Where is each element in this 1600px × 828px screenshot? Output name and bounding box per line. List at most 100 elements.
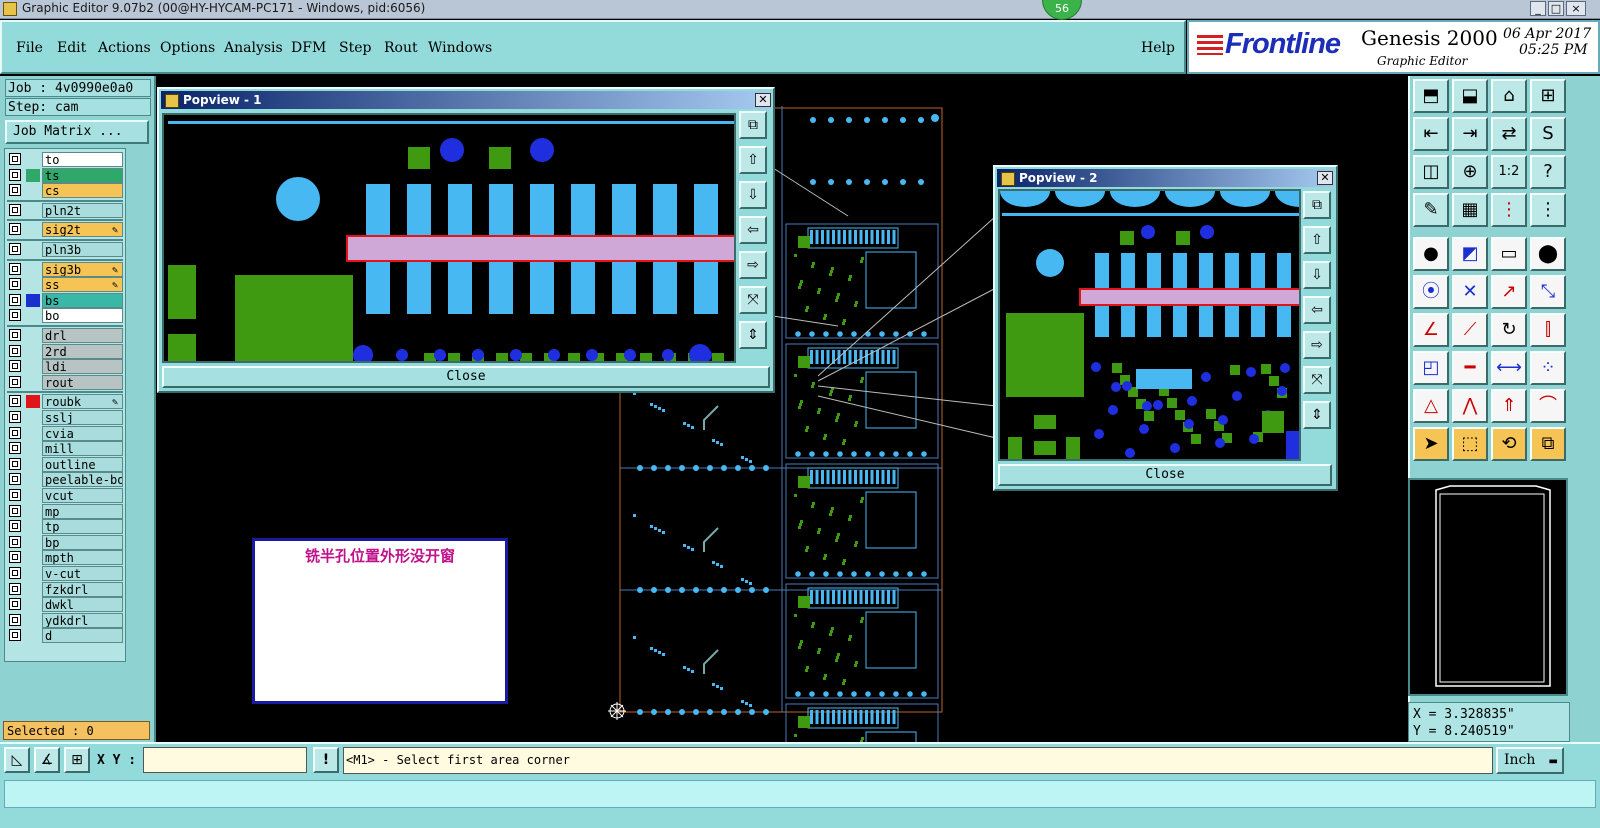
pad-move-icon[interactable]: ◰ [1413,351,1449,385]
pan-right-icon[interactable]: ⇨ [1303,331,1331,359]
layer-name[interactable]: 2rd [42,343,123,359]
layer-row-mpth[interactable]: mpth [7,550,123,566]
angle-mode-icon[interactable]: ∡ [34,747,60,773]
layer-row-outline[interactable]: outline [7,456,123,472]
layer-visibility-checkbox[interactable] [9,223,21,236]
menu-rout[interactable]: Rout [384,40,418,56]
layer-color-swatch[interactable] [26,204,40,217]
layout-grid-icon[interactable]: ⊞ [1530,79,1566,113]
scale-1-2-icon[interactable]: 1:2 [1491,155,1527,189]
connect-icon[interactable]: ⦿ [1413,275,1449,309]
snap-red-icon[interactable]: ⋮ [1491,193,1527,227]
layer-visibility-checkbox[interactable] [9,395,21,408]
zoom-window-icon[interactable]: ⧉ [739,111,767,139]
pan-up-icon[interactable]: ⇧ [739,146,767,174]
view-bottom-icon[interactable]: ⬓ [1452,79,1488,113]
layer-visibility-checkbox[interactable] [9,613,21,626]
popview-2-close-icon[interactable]: ✕ [1317,171,1333,185]
select-stack-icon[interactable]: ⧉ [1530,427,1566,461]
layer-name[interactable]: ldi [42,359,123,375]
pan-right-icon[interactable]: ⇨ [739,251,767,279]
layer-row-drl[interactable]: drl [7,328,123,343]
select-box-icon[interactable]: ⬚ [1452,427,1488,461]
menu-options[interactable]: Options [160,40,215,56]
mirror-icon[interactable]: ⫿ [1530,313,1566,347]
layer-color-swatch[interactable] [26,293,40,307]
pads-icon[interactable]: ⁘ [1530,351,1566,385]
layer-name[interactable]: bo [42,308,123,324]
layer-name[interactable]: roubk ✎ [42,394,123,410]
layer-name[interactable]: mpth [42,550,123,566]
menu-dfm[interactable]: DFM [291,40,326,56]
layer-name[interactable]: sig3b ✎ [42,261,123,277]
layer-row-v-cut[interactable]: v-cut [7,566,123,581]
layer-row-ldi[interactable]: ldi [7,359,123,375]
layer-color-swatch[interactable] [26,278,40,291]
measure-icon[interactable]: ✎ [1413,193,1449,227]
layer-visibility-checkbox[interactable] [9,184,21,197]
layer-row-sig3b[interactable]: sig3b ✎ [7,261,123,277]
layer-visibility-checkbox[interactable] [9,489,21,501]
overview-map[interactable] [1408,478,1568,696]
layer-name[interactable]: to [42,152,123,167]
layer-row-rout[interactable]: rout [7,374,123,390]
snap-mode-icon[interactable]: ◺ [4,747,30,773]
layer-color-swatch[interactable] [26,567,40,580]
close-window-button[interactable]: × [1566,1,1586,16]
menu-help[interactable]: Help [1141,40,1175,56]
menu-windows[interactable]: Windows [428,40,492,56]
layer-color-swatch[interactable] [26,411,40,424]
units-selector[interactable]: Inch ▬ [1496,747,1564,774]
layer-visibility-checkbox[interactable] [9,426,21,439]
layer-visibility-checkbox[interactable] [9,293,21,306]
layer-visibility-checkbox[interactable] [9,203,21,216]
layer-color-swatch[interactable] [26,551,40,564]
help-query-icon[interactable]: ? [1530,155,1566,189]
popview-1-close-icon[interactable]: ✕ [755,93,771,107]
menu-actions[interactable]: Actions [98,40,151,56]
layer-color-swatch[interactable] [26,489,40,502]
route-icon[interactable]: ⤡ [1530,275,1566,309]
layer-color-swatch[interactable] [26,473,40,486]
menu-step[interactable]: Step [339,40,371,56]
layer-color-swatch[interactable] [26,168,40,182]
zoom-fit-icon[interactable]: ⊕ [1452,155,1488,189]
layer-row-cvia[interactable]: cvia [7,425,123,441]
layer-name[interactable]: cs [42,183,123,199]
point-arrow-icon[interactable]: ↗ [1491,275,1527,309]
layer-visibility-checkbox[interactable] [9,360,21,373]
line-tool-icon[interactable]: ◩ [1452,237,1488,271]
layer-visibility-checkbox[interactable] [9,168,21,181]
menu-edit[interactable]: Edit [57,40,86,56]
layer-color-swatch[interactable] [26,442,40,455]
layer-visibility-checkbox[interactable] [9,243,21,255]
layer-row-sslj[interactable]: sslj [7,410,123,425]
popview-1-titlebar[interactable]: Popview - 1 [161,91,771,109]
layer-color-swatch[interactable] [26,153,40,166]
menu-analysis[interactable]: Analysis [224,40,283,56]
layer-row-tp[interactable]: tp [7,519,123,535]
layer-row-dwkl[interactable]: dwkl [7,597,123,613]
measure-distance-icon[interactable]: ⟷ [1491,351,1527,385]
delta-icon[interactable]: ⋀ [1452,389,1488,423]
layer-color-swatch[interactable] [26,505,40,518]
triangle-icon[interactable]: △ [1413,389,1449,423]
layer-row-bp[interactable]: bp [7,534,123,550]
grid-mode-icon[interactable]: ⊞ [64,747,90,773]
zoom-out-icon[interactable]: ⇕ [739,321,767,349]
cross-icon[interactable]: ✕ [1452,275,1488,309]
layer-visibility-checkbox[interactable] [9,442,21,455]
layer-visibility-checkbox[interactable] [9,520,21,533]
move-left-icon[interactable]: ⇤ [1413,117,1449,151]
zoom-in-icon[interactable]: ⤧ [739,286,767,314]
layer-color-swatch[interactable] [26,598,40,611]
move-right-icon[interactable]: ⇥ [1452,117,1488,151]
layer-color-swatch[interactable] [26,263,40,276]
layer-color-swatch[interactable] [26,329,40,342]
menu-file[interactable]: File [16,40,43,56]
layer-visibility-checkbox[interactable] [9,582,21,595]
layer-name[interactable]: pln2t [42,202,123,218]
layer-name[interactable]: v-cut [42,566,123,581]
layer-row-vcut[interactable]: vcut [7,488,123,503]
layer-name[interactable]: d [42,628,123,644]
